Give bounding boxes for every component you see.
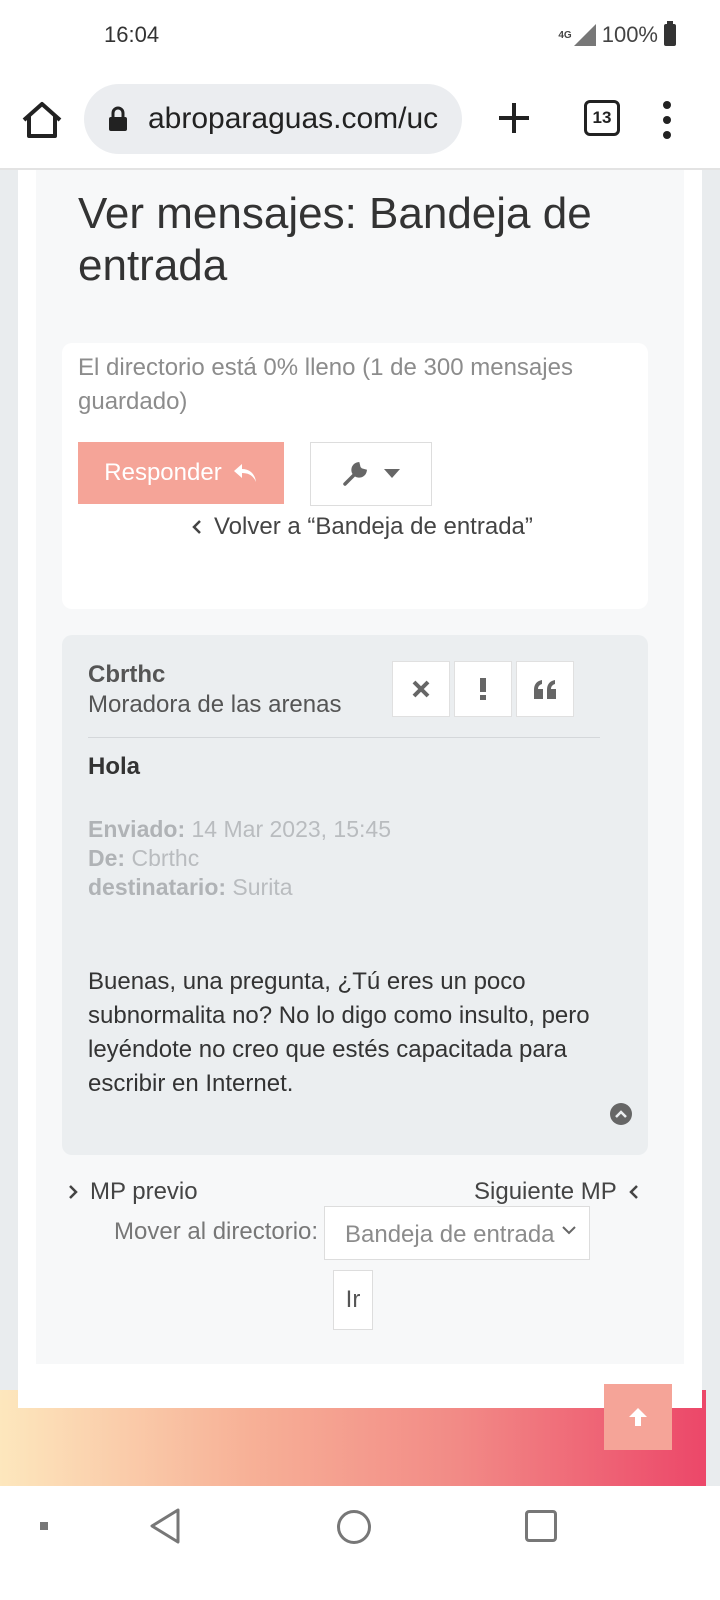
status-bar: 16:04 4G 100% — [0, 0, 720, 72]
previous-pm-label: MP previo — [90, 1178, 198, 1205]
exclamation-icon — [480, 678, 486, 700]
reply-button[interactable]: Responder — [78, 442, 284, 504]
sent-value: 14 Mar 2023, 15:45 — [191, 816, 391, 842]
new-tab-icon[interactable] — [494, 98, 534, 138]
back-icon[interactable] — [148, 1506, 182, 1546]
chevron-down-icon — [562, 1226, 576, 1235]
author-rank: Moradora de las arenas — [88, 691, 342, 718]
chevron-right-icon — [69, 1185, 78, 1199]
folder-select[interactable]: Bandeja de entrada — [324, 1206, 590, 1260]
signal-icon — [573, 24, 596, 46]
network-label: 4G — [558, 29, 572, 41]
status-time: 16:04 — [104, 22, 160, 47]
to-value[interactable]: Surita — [232, 874, 292, 900]
sent-label: Enviado: — [88, 816, 186, 842]
to-row: destinatario: Surita — [88, 873, 391, 902]
quote-icon — [534, 680, 556, 699]
back-to-inbox-link[interactable]: Volver a “Bandeja de entrada” — [192, 513, 533, 541]
battery-percent: 100% — [601, 22, 658, 47]
message-divider — [88, 737, 600, 738]
folder-info-card: El directorio está 0% lleno (1 de 300 me… — [62, 343, 648, 609]
message-card: Cbrthc Moradora de las arenas Hola Envia… — [62, 635, 648, 1155]
status-indicators: 4G 100% — [558, 21, 676, 48]
go-button[interactable]: Ir — [333, 1270, 373, 1330]
scroll-to-top-button[interactable] — [604, 1384, 672, 1450]
from-value[interactable]: Cbrthc — [131, 845, 199, 871]
from-row: De: Cbrthc — [88, 844, 391, 873]
message-author[interactable]: Cbrthc — [88, 661, 165, 689]
wrench-icon — [343, 461, 368, 486]
nav-indicator-icon — [40, 1522, 48, 1530]
message-meta: Enviado: 14 Mar 2023, 15:45 De: Cbrthc d… — [88, 815, 391, 902]
to-label: destinatario: — [88, 874, 227, 900]
arrow-up-icon — [629, 1408, 647, 1426]
close-icon — [412, 680, 430, 698]
url-text: abroparaguas.com/uc — [148, 102, 439, 135]
delete-button[interactable] — [392, 661, 450, 717]
page-title: Ver mensajes: Bandeja de entrada — [78, 189, 592, 290]
lock-icon — [109, 106, 127, 131]
system-navigation-bar — [0, 1486, 720, 1600]
from-label: De: — [88, 845, 126, 871]
message-subject: Hola — [88, 753, 141, 780]
storage-status: El directorio está 0% lleno (1 de 300 me… — [78, 354, 573, 415]
chevron-left-icon — [628, 1185, 638, 1199]
recent-apps-icon[interactable] — [525, 1510, 557, 1542]
message-body: Buenas, una pregunta, ¿Tú eres un poco s… — [88, 968, 590, 1097]
back-link-label: Volver a “Bandeja de entrada” — [214, 513, 533, 540]
chevron-up-circle-icon[interactable] — [610, 1103, 632, 1125]
sent-row: Enviado: 14 Mar 2023, 15:45 — [88, 815, 391, 844]
browser-toolbar: abroparaguas.com/uc 13 — [0, 72, 720, 170]
folder-select-value: Bandeja de entrada — [345, 1221, 555, 1248]
reply-label: Responder — [104, 459, 222, 486]
reply-icon — [233, 464, 256, 482]
report-button[interactable] — [454, 661, 512, 717]
caret-down-icon — [384, 469, 400, 478]
chevron-left-icon — [192, 520, 201, 534]
next-pm-link[interactable]: Siguiente MP — [474, 1178, 639, 1206]
previous-pm-link[interactable]: MP previo — [68, 1178, 198, 1206]
move-folder-label: Mover al directorio: — [114, 1218, 319, 1245]
battery-icon — [664, 21, 676, 46]
tab-switcher-button[interactable]: 13 — [584, 100, 620, 136]
home-icon[interactable] — [20, 100, 64, 140]
quote-button[interactable] — [516, 661, 574, 717]
url-bar[interactable]: abroparaguas.com/uc — [84, 84, 462, 154]
home-circle-icon[interactable] — [337, 1510, 371, 1544]
next-pm-label: Siguiente MP — [474, 1178, 617, 1205]
more-menu-icon[interactable] — [662, 100, 672, 140]
page-bottom-edge — [18, 1390, 702, 1408]
tools-dropdown-button[interactable] — [310, 442, 432, 506]
